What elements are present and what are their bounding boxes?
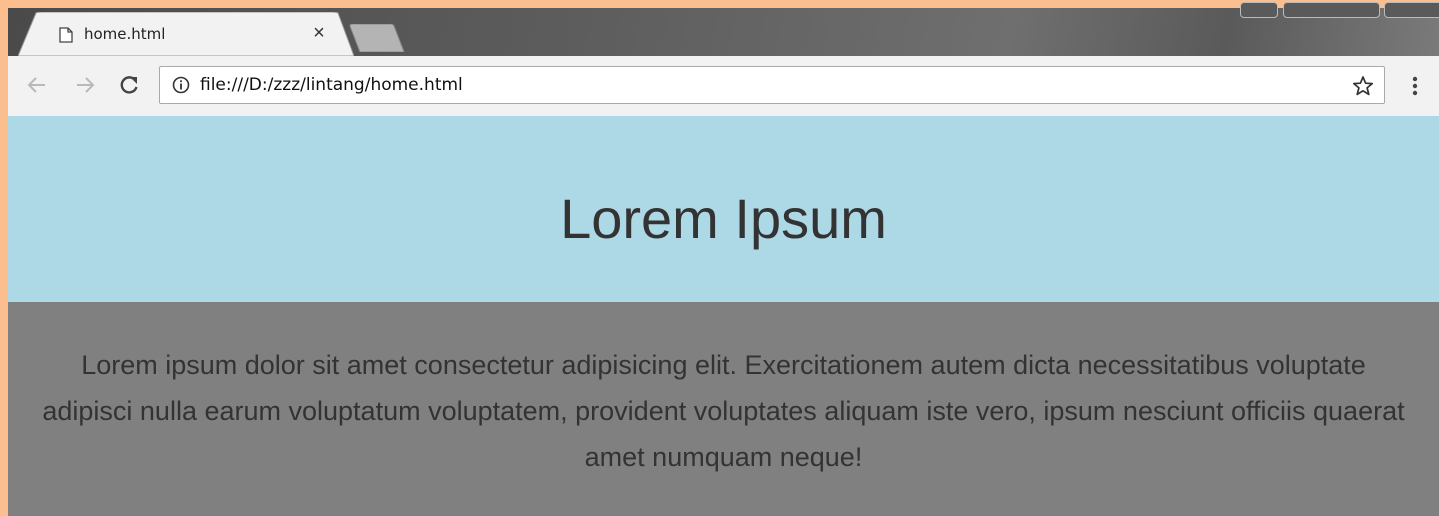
window-close-button[interactable] — [1384, 2, 1439, 18]
vertical-dots-icon[interactable] — [1403, 72, 1427, 100]
page-title: Lorem Ipsum — [560, 187, 887, 250]
url-text[interactable]: file:///D:/zzz/lintang/home.html — [200, 75, 463, 95]
page-paragraph: Lorem ipsum dolor sit amet consectetur a… — [42, 350, 1405, 472]
page-header: Lorem Ipsum — [8, 116, 1439, 302]
tab-close-icon[interactable]: × — [308, 22, 330, 44]
star-icon[interactable] — [1352, 75, 1374, 97]
window-maximize-button[interactable] — [1283, 2, 1380, 18]
window-minimize-button[interactable] — [1240, 2, 1278, 18]
page-icon — [59, 27, 73, 43]
browser-toolbar: file:///D:/zzz/lintang/home.html — [8, 56, 1439, 117]
info-icon[interactable] — [172, 76, 190, 94]
forward-arrow-icon[interactable] — [70, 70, 100, 100]
new-tab-button[interactable] — [348, 24, 406, 52]
reload-icon[interactable] — [114, 70, 144, 100]
browser-titlebar: home.html × — [8, 2, 1439, 56]
tab-title: home.html — [84, 25, 166, 43]
page-viewport: Lorem Ipsum Lorem ipsum dolor sit amet c… — [8, 116, 1439, 516]
page-body: Lorem ipsum dolor sit amet consectetur a… — [8, 302, 1439, 516]
back-arrow-icon[interactable] — [22, 70, 52, 100]
address-bar[interactable]: file:///D:/zzz/lintang/home.html — [159, 66, 1385, 104]
tab-home[interactable]: home.html × — [18, 12, 354, 56]
browser-window: home.html × file:///D:/zzz/lintang/home.… — [8, 2, 1439, 516]
